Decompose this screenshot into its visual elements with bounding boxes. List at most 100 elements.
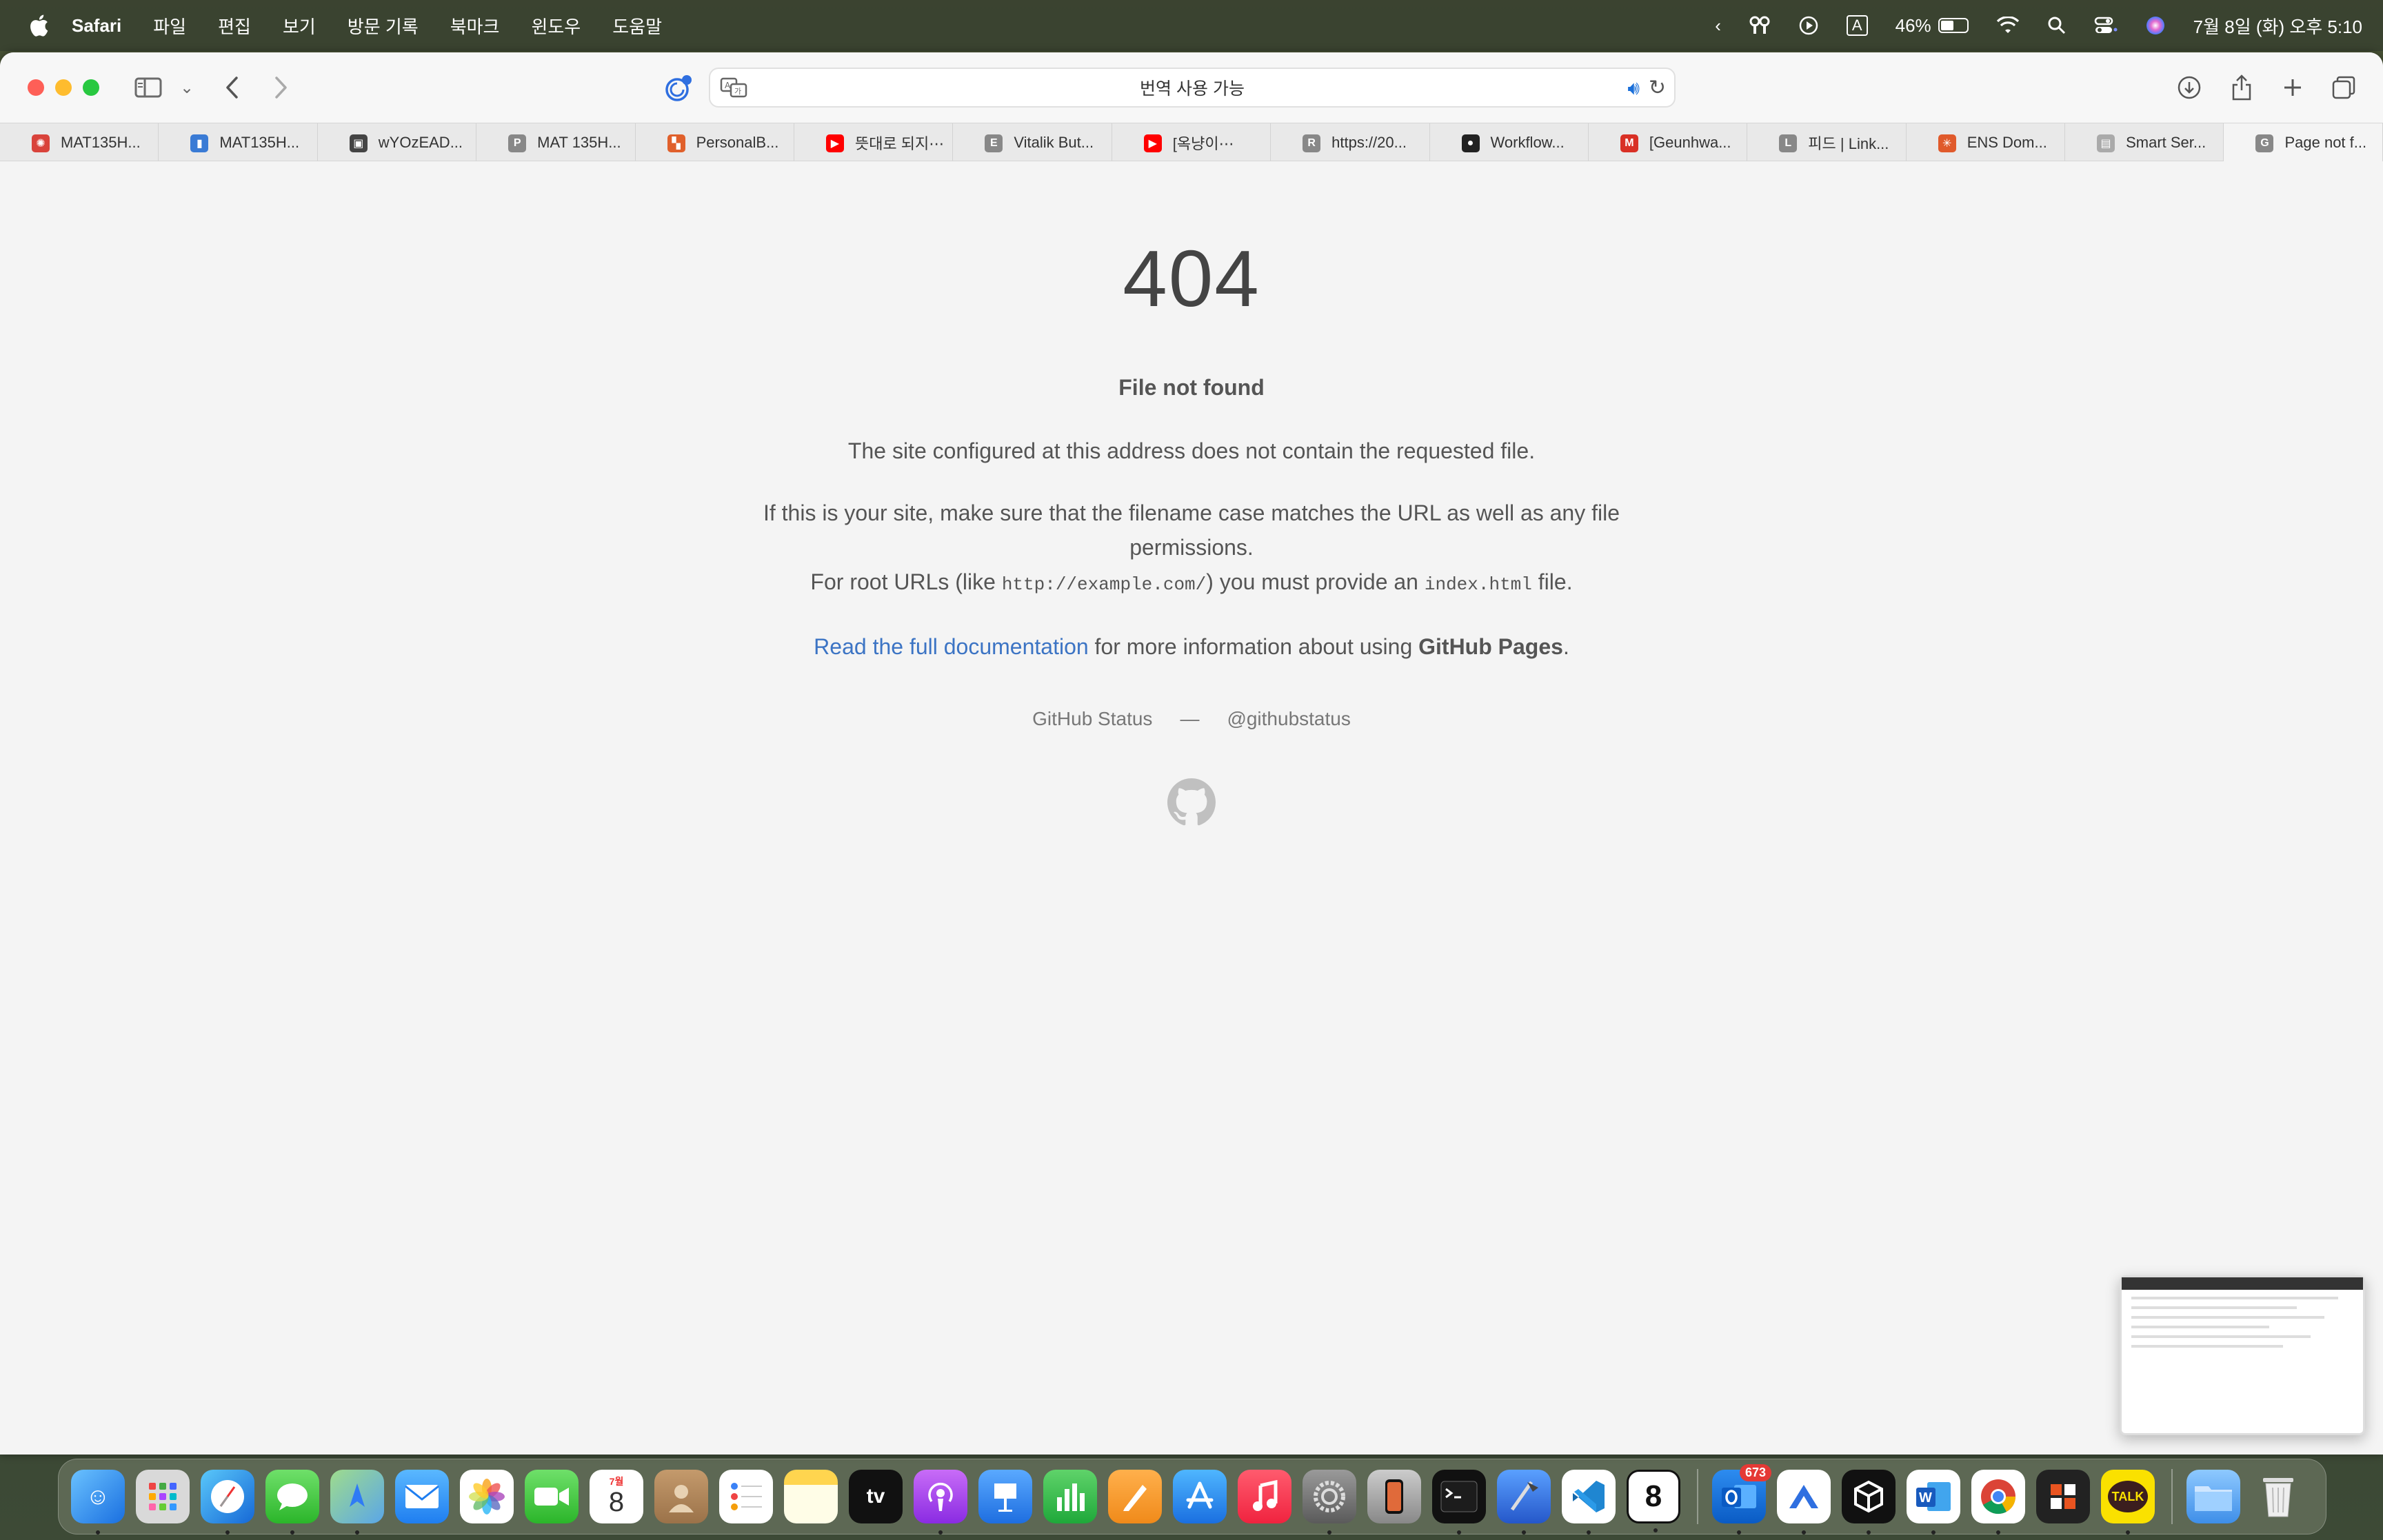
control-center-icon[interactable]: [2094, 16, 2118, 35]
menu-help[interactable]: 도움말: [612, 13, 662, 39]
menu-view[interactable]: 보기: [283, 13, 316, 39]
menu-window[interactable]: 윈도우: [531, 13, 581, 39]
githubstatus-twitter-link[interactable]: @githubstatus: [1227, 708, 1350, 729]
address-bar[interactable]: A가 번역 사용 가능 🔊︎ ↻: [709, 68, 1676, 108]
browser-tab[interactable]: E Vitalik But...: [953, 123, 1112, 161]
menu-edit[interactable]: 편집: [218, 13, 251, 39]
mail-icon[interactable]: [395, 1470, 449, 1523]
cube-app-icon[interactable]: [1842, 1470, 1896, 1534]
system-settings-icon[interactable]: [1303, 1470, 1356, 1534]
close-window-button[interactable]: [28, 79, 44, 96]
forward-arrow-icon[interactable]: [262, 69, 299, 106]
browser-tab[interactable]: ▮ MAT135H...: [159, 123, 318, 161]
numbers-icon[interactable]: [1043, 1470, 1097, 1523]
privacy-report-icon[interactable]: [663, 73, 694, 103]
translate-icon[interactable]: A가: [720, 76, 747, 99]
tab-group-chevron-down-icon[interactable]: ⌄: [168, 69, 205, 106]
downloads-icon[interactable]: [2171, 69, 2208, 106]
launchpad-icon[interactable]: [136, 1470, 190, 1523]
folder-icon[interactable]: [2186, 1470, 2240, 1523]
menu-app-name[interactable]: Safari: [72, 15, 121, 37]
keynote-icon[interactable]: [978, 1470, 1032, 1523]
outlook-icon[interactable]: 673: [1712, 1464, 1771, 1534]
arc-or-nordvpn-icon[interactable]: [1777, 1470, 1831, 1534]
minimize-window-button[interactable]: [55, 79, 72, 96]
browser-tab[interactable]: ▣ wYOzEAD...: [318, 123, 477, 161]
reminders-icon[interactable]: [719, 1470, 773, 1523]
menu-bookmarks[interactable]: 북마크: [450, 13, 500, 39]
pages-icon[interactable]: [1108, 1470, 1162, 1523]
messages-icon[interactable]: [265, 1470, 319, 1534]
reload-icon[interactable]: ↻: [1649, 76, 1666, 100]
finder-icon[interactable]: ☺: [71, 1470, 125, 1534]
photos-icon[interactable]: [460, 1470, 514, 1523]
browser-tab[interactable]: G Page not f...: [2224, 123, 2383, 161]
tab-overview-icon[interactable]: [2325, 69, 2362, 106]
menu-file[interactable]: 파일: [153, 13, 186, 39]
new-tab-plus-icon[interactable]: [2274, 69, 2311, 106]
browser-tab[interactable]: L 피드 | Link...: [1747, 123, 1907, 161]
tv-label: tv: [866, 1485, 885, 1508]
menu-history[interactable]: 방문 기록: [348, 13, 419, 39]
workflow-app-icon[interactable]: [2036, 1470, 2090, 1523]
sidebar-toggle-icon[interactable]: [130, 69, 167, 106]
browser-tab[interactable]: ✳ ENS Dom...: [1907, 123, 2066, 161]
kakaotalk-icon[interactable]: TALK: [2101, 1470, 2155, 1534]
browser-tab[interactable]: ● Workflow...: [1430, 123, 1589, 161]
podcasts-icon[interactable]: [914, 1470, 967, 1534]
vscode-icon[interactable]: [1562, 1470, 1616, 1534]
apple-menu-icon[interactable]: [25, 12, 52, 39]
tab-favicon-icon: ▤: [2097, 134, 2115, 152]
terminal-icon[interactable]: [1432, 1470, 1486, 1534]
word-icon[interactable]: W: [1907, 1470, 1960, 1534]
fantastical-icon[interactable]: 8: [1627, 1470, 1680, 1532]
airpods-icon[interactable]: [1749, 16, 1771, 35]
xcode-icon[interactable]: [1497, 1470, 1551, 1534]
chrome-icon[interactable]: [1971, 1470, 2025, 1534]
dock-separator: [1697, 1469, 1698, 1524]
maps-icon[interactable]: [330, 1470, 384, 1534]
play-icon[interactable]: [1798, 15, 1819, 36]
menu-clock[interactable]: 7월 8일 (화) 오후 5:10: [2193, 13, 2362, 39]
wifi-icon[interactable]: [1996, 17, 2020, 34]
battery-icon: [1938, 18, 1969, 33]
safari-app-icon[interactable]: [201, 1470, 254, 1534]
browser-tab[interactable]: ▶ 뜻대로 되지⋯: [794, 123, 954, 161]
fullscreen-window-button[interactable]: [83, 79, 99, 96]
tab-title: wYOzEAD...: [378, 133, 463, 151]
dock-separator-2: [2171, 1469, 2173, 1524]
browser-tab[interactable]: P MAT 135H...: [476, 123, 636, 161]
spotlight-search-icon[interactable]: [2047, 16, 2067, 35]
tab-title: ENS Dom...: [1967, 133, 2047, 151]
back-arrow-icon[interactable]: [214, 69, 251, 106]
facetime-icon[interactable]: [525, 1470, 579, 1523]
speaker-icon[interactable]: 🔊︎: [1627, 77, 1640, 100]
share-icon[interactable]: [2223, 69, 2260, 106]
kakaotalk-label: TALK: [2108, 1481, 2148, 1512]
tab-title: MAT135H...: [219, 133, 300, 151]
browser-tab[interactable]: ▤ Smart Ser...: [2065, 123, 2224, 161]
documentation-link[interactable]: Read the full documentation: [814, 634, 1088, 659]
battery-status[interactable]: 46%: [1896, 15, 1969, 37]
input-source-indicator[interactable]: A: [1846, 15, 1868, 36]
calendar-day: 8: [608, 1487, 625, 1517]
apple-tv-icon[interactable]: tv: [849, 1470, 903, 1523]
browser-tab[interactable]: ▚ PersonalB...: [636, 123, 794, 161]
screenshot-thumbnail[interactable]: [2120, 1275, 2365, 1435]
app-store-icon[interactable]: [1173, 1470, 1227, 1523]
error-description: The site configured at this address does…: [847, 438, 1536, 463]
chevron-left-icon[interactable]: ‹: [1715, 15, 1721, 37]
trash-icon[interactable]: [2251, 1470, 2305, 1523]
browser-tab[interactable]: ✺ MAT135H...: [0, 123, 159, 161]
calendar-icon[interactable]: 7월 8: [590, 1470, 643, 1523]
browser-tab[interactable]: ▶ [옥냥이⋯: [1112, 123, 1271, 161]
iphone-mirroring-icon[interactable]: [1367, 1470, 1421, 1523]
siri-icon[interactable]: [2145, 15, 2166, 36]
notes-icon[interactable]: [784, 1470, 838, 1523]
browser-tab[interactable]: M [Geunhwa...: [1589, 123, 1748, 161]
contacts-icon[interactable]: [654, 1470, 708, 1523]
github-logo-icon[interactable]: [1167, 778, 1216, 827]
music-icon[interactable]: [1238, 1470, 1291, 1523]
browser-tab[interactable]: Rhttps://20...: [1271, 123, 1430, 161]
github-status-link[interactable]: GitHub Status: [1032, 708, 1152, 729]
